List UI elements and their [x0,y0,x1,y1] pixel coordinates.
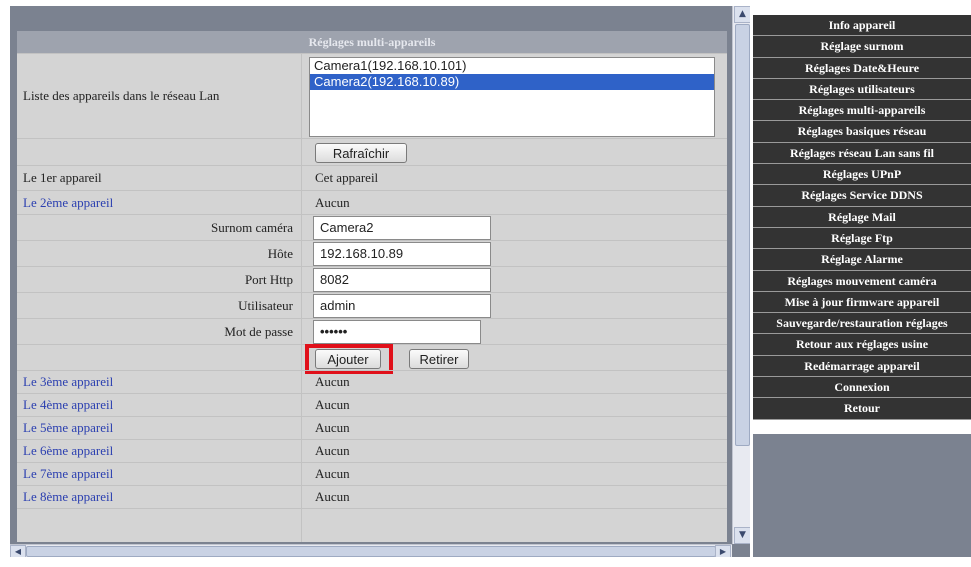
menu-item-backup-restore[interactable]: Sauvegarde/restauration réglages [753,313,971,335]
user-input[interactable]: admin [313,294,491,318]
menu-item-camera-motion[interactable]: Réglages mouvement caméra [753,271,971,292]
device-link[interactable]: Le 3ème appareil [23,374,113,390]
device-value: Aucun [315,466,350,481]
port-label: Port Http [244,272,293,287]
device-row-7: Le 7ème appareil Aucun [17,462,727,486]
menu-item-mail[interactable]: Réglage Mail [753,207,971,228]
scroll-left-icon[interactable]: ◀ [10,545,26,557]
lan-list-row: Liste des appareils dans le réseau Lan C… [17,53,727,139]
device-link[interactable]: Le 8ème appareil [23,489,113,505]
device-row-3: Le 3ème appareil Aucun [17,370,727,394]
user-label: Utilisateur [238,298,293,313]
menu-item-ddns[interactable]: Réglages Service DDNS [753,185,971,207]
host-label: Hôte [267,246,293,261]
scroll-right-icon[interactable]: ▶ [715,545,731,557]
menu-item-firmware-update[interactable]: Mise à jour firmware appareil [753,292,971,314]
device-value: Aucun [315,195,350,210]
device-row-partial [17,508,727,542]
action-row: Ajouter Retirer [17,344,727,374]
menu-item-device-info[interactable]: Info appareil [753,15,971,37]
device-link[interactable]: Le 5ème appareil [23,420,113,436]
device-row-6: Le 6ème appareil Aucun [17,439,727,463]
menu-item-multi-device[interactable]: Réglages multi-appareils [753,100,971,122]
menu-item-upnp[interactable]: Réglages UPnP [753,164,971,186]
device-row-8: Le 8ème appareil Aucun [17,485,727,509]
password-row: Mot de passe •••••• [17,318,727,345]
menu-item-reboot[interactable]: Redémarrage appareil [753,356,971,378]
refresh-row: Rafraîchir [17,138,727,166]
port-row: Port Http 8082 [17,266,727,293]
device-link[interactable]: Le 7ème appareil [23,466,113,482]
device-label: Le 1er appareil [23,170,102,185]
scrollbar-thumb[interactable] [735,24,750,446]
user-row: Utilisateur admin [17,292,727,319]
device-row-2: Le 2ème appareil Aucun [17,190,727,215]
device-row-1: Le 1er appareil Cet appareil [17,165,727,191]
device-row-5: Le 5ème appareil Aucun [17,416,727,440]
menu-item-connexion[interactable]: Connexion [753,377,971,399]
password-input[interactable]: •••••• [313,320,481,344]
scroll-down-icon[interactable]: ▼ [734,527,750,544]
nickname-row: Surnom caméra Camera2 [17,214,727,241]
device-value: Aucun [315,397,350,412]
device-option[interactable]: Camera1(192.168.10.101) [310,58,714,74]
nickname-input[interactable]: Camera2 [313,216,491,240]
device-list-select[interactable]: Camera1(192.168.10.101) Camera2(192.168.… [309,57,715,137]
menu-item-nickname[interactable]: Réglage surnom [753,36,971,58]
device-row-4: Le 4ème appareil Aucun [17,393,727,417]
lan-list-label: Liste des appareils dans le réseau Lan [23,88,220,103]
host-row: Hôte 192.168.10.89 [17,240,727,267]
host-input[interactable]: 192.168.10.89 [313,242,491,266]
menu-item-basic-network[interactable]: Réglages basiques réseau [753,121,971,143]
device-value: Aucun [315,374,350,389]
menu-item-wireless-lan[interactable]: Réglages réseau Lan sans fil [753,143,971,165]
device-link[interactable]: Le 6ème appareil [23,443,113,459]
device-value: Cet appareil [315,170,379,185]
password-label: Mot de passe [224,324,293,339]
refresh-button[interactable]: Rafraîchir [315,143,407,163]
menu-item-date-time[interactable]: Réglages Date&Heure [753,58,971,79]
content-frame: Réglages multi-appareils Liste des appar… [10,6,750,557]
menu-item-factory-reset[interactable]: Retour aux réglages usine [753,334,971,356]
device-value: Aucun [315,443,350,458]
horizontal-scrollbar[interactable]: ◀ ▶ [10,544,732,557]
menu-item-back[interactable]: Retour [753,398,971,420]
nickname-label: Surnom caméra [211,220,293,235]
menu-item-alarm[interactable]: Réglage Alarme [753,249,971,271]
menu-item-users[interactable]: Réglages utilisateurs [753,79,971,101]
device-value: Aucun [315,489,350,504]
menu-item-ftp[interactable]: Réglage Ftp [753,228,971,250]
settings-panel: Réglages multi-appareils Liste des appar… [17,31,727,542]
device-value: Aucun [315,420,350,435]
menu-footer-area [753,434,971,557]
scrollbar-thumb[interactable] [26,546,716,557]
device-option-selected[interactable]: Camera2(192.168.10.89) [310,74,714,90]
remove-button[interactable]: Retirer [409,349,469,369]
section-title: Réglages multi-appareils [17,31,727,53]
device-link[interactable]: Le 4ème appareil [23,397,113,413]
port-input[interactable]: 8082 [313,268,491,292]
scroll-up-icon[interactable]: ▲ [734,6,750,23]
settings-menu: Info appareil Réglage surnom Réglages Da… [753,15,971,420]
device-link[interactable]: Le 2ème appareil [23,195,113,211]
vertical-scrollbar[interactable]: ▲ ▼ [732,6,750,544]
